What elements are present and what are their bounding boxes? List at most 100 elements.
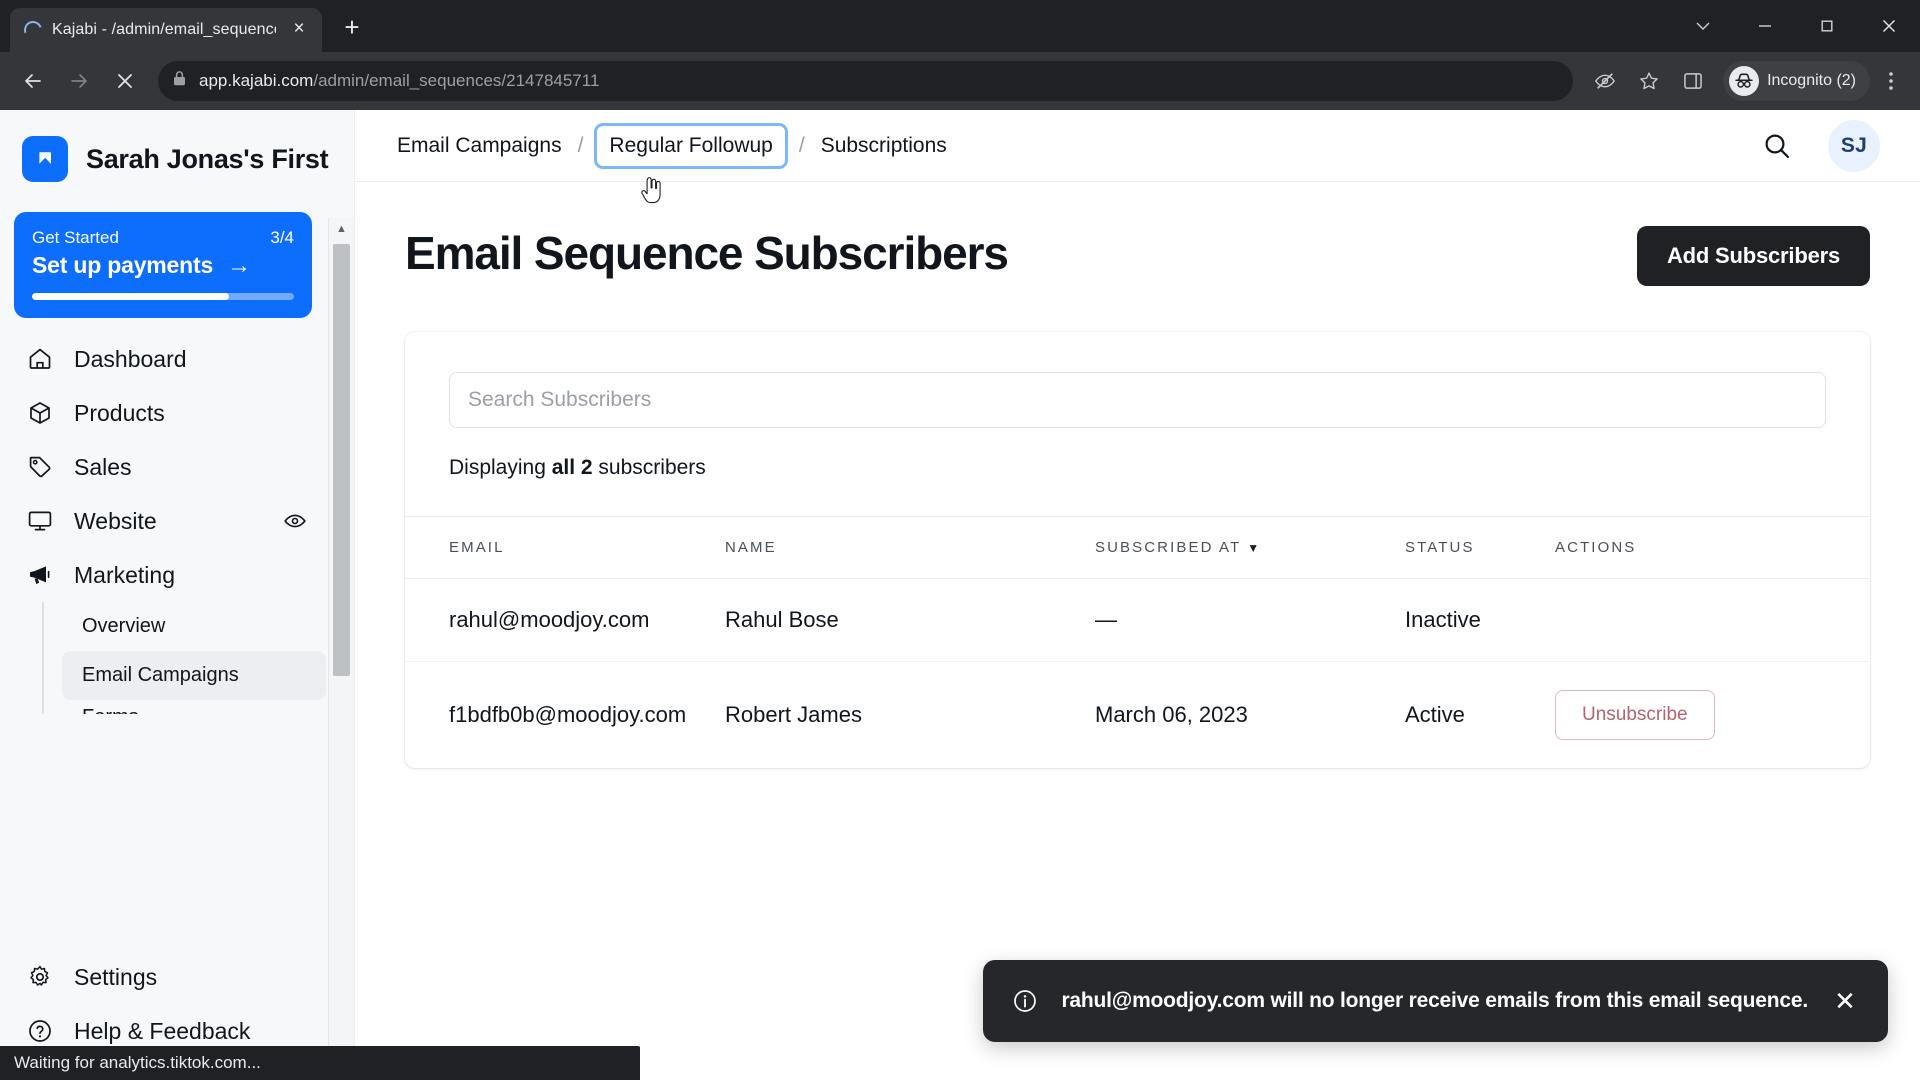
info-circle-icon: [1011, 987, 1039, 1015]
cell-email: f1bdfb0b@moodjoy.com: [449, 702, 687, 727]
search-icon[interactable]: [1760, 129, 1794, 163]
cell-actions: [1555, 578, 1870, 662]
column-header-subscribed-at-label: SUBSCRIBED AT: [1095, 539, 1242, 556]
sidebar-item-email-campaigns[interactable]: Email Campaigns: [62, 651, 326, 700]
sidebar-item-website[interactable]: Website: [0, 494, 326, 548]
get-started-label: Get Started: [32, 228, 119, 247]
column-header-name[interactable]: NAME: [725, 516, 1095, 579]
topbar-actions: SJ: [1760, 119, 1880, 172]
url-domain: app.kajabi.com: [199, 71, 314, 90]
sidebar-item-marketing[interactable]: Marketing: [0, 548, 326, 602]
megaphone-icon: [26, 561, 54, 589]
table-body: rahul@moodjoy.com Rahul Bose — Inactive …: [405, 578, 1870, 769]
address-bar[interactable]: app.kajabi.com/admin/email_sequences/214…: [158, 61, 1574, 101]
get-started-count: 3/4: [270, 228, 294, 247]
question-circle-icon: [26, 1017, 54, 1045]
url-path: /admin/email_sequences/2147845711: [313, 71, 600, 90]
side-panel-icon[interactable]: [1673, 61, 1713, 101]
minimize-icon[interactable]: [1734, 0, 1796, 52]
sidebar-item-dashboard[interactable]: Dashboard: [0, 332, 326, 386]
loading-spinner-icon: [21, 18, 45, 42]
box-icon: [26, 399, 54, 427]
close-icon[interactable]: ✕: [1830, 986, 1860, 1016]
get-started-card[interactable]: Get Started 3/4 Set up payments →: [14, 212, 312, 318]
sidebar-item-label: Dashboard: [74, 345, 187, 372]
page-body: Sarah Jonas's First Get Started 3/4 Set …: [0, 110, 1920, 1080]
breadcrumb-email-campaigns[interactable]: Email Campaigns: [395, 130, 564, 162]
sidebar-subnav-marketing: Overview Email Campaigns Forms: [42, 602, 326, 714]
column-header-subscribed-at[interactable]: SUBSCRIBED AT ▼: [1095, 516, 1405, 579]
url-text: app.kajabi.com/admin/email_sequences/214…: [199, 71, 599, 91]
table-header-row: EMAIL NAME SUBSCRIBED AT ▼ STATUS ACTIONS: [405, 516, 1870, 579]
main-content: Email Campaigns / Regular Followup / Sub…: [355, 110, 1920, 1080]
scrollbar-thumb[interactable]: [333, 244, 350, 676]
kajabi-logo-icon: [22, 136, 68, 182]
page-content: Email Sequence Subscribers Add Subscribe…: [355, 182, 1920, 768]
window-controls: [1672, 0, 1920, 52]
sidebar: Sarah Jonas's First Get Started 3/4 Set …: [0, 110, 355, 1080]
sidebar-item-label: Marketing: [74, 561, 175, 588]
subscribers-table: EMAIL NAME SUBSCRIBED AT ▼ STATUS ACTIONS…: [405, 516, 1870, 768]
new-tab-button[interactable]: +: [332, 9, 372, 49]
breadcrumb-regular-followup[interactable]: Regular Followup: [597, 125, 785, 166]
close-window-icon[interactable]: [1858, 0, 1920, 52]
incognito-profile-button[interactable]: Incognito (2): [1723, 61, 1870, 101]
brand-header[interactable]: Sarah Jonas's First: [0, 110, 354, 204]
sidebar-item-label: Products: [74, 399, 165, 426]
eye-slash-icon[interactable]: [1585, 61, 1625, 101]
kebab-menu-icon[interactable]: [1874, 61, 1908, 101]
table-row[interactable]: f1bdfb0b@moodjoy.com Robert James March …: [405, 662, 1870, 769]
back-button[interactable]: [12, 60, 54, 102]
incognito-label: Incognito (2): [1767, 72, 1856, 89]
maximize-icon[interactable]: [1796, 0, 1858, 52]
scroll-up-arrow-icon[interactable]: ▲: [329, 218, 354, 240]
stop-loading-button[interactable]: [104, 60, 146, 102]
omnibox-icons: Incognito (2): [1585, 61, 1908, 101]
table-row[interactable]: rahul@moodjoy.com Rahul Bose — Inactive: [405, 578, 1870, 662]
home-icon: [26, 345, 54, 373]
cell-subscribed-at: March 06, 2023: [1095, 702, 1248, 727]
cell-status: Active: [1405, 702, 1465, 727]
get-started-title: Set up payments: [32, 252, 214, 278]
cell-subscribed-at: —: [1095, 578, 1405, 662]
sidebar-item-settings[interactable]: Settings: [0, 950, 354, 1004]
search-subscribers-input[interactable]: [449, 372, 1826, 428]
add-subscribers-button[interactable]: Add Subscribers: [1636, 226, 1870, 286]
cell-name: Rahul Bose: [725, 578, 1095, 662]
incognito-icon: [1729, 66, 1760, 96]
browser-tab[interactable]: Kajabi - /admin/email_sequences ×: [10, 8, 322, 52]
forward-button: [58, 60, 100, 102]
page-header: Email Sequence Subscribers Add Subscribe…: [405, 226, 1870, 286]
column-header-actions: ACTIONS: [1555, 516, 1870, 579]
sidebar-item-label: Sales: [74, 453, 132, 480]
column-header-status[interactable]: STATUS: [1405, 516, 1555, 579]
sidebar-item-label: Help & Feedback: [74, 1017, 251, 1044]
sidebar-item-products[interactable]: Products: [0, 386, 326, 440]
get-started-progress-fill: [32, 293, 229, 300]
close-icon[interactable]: ×: [286, 17, 312, 43]
star-icon[interactable]: [1629, 61, 1669, 101]
subscribers-card: Displaying all 2 subscribers EMAIL NAME …: [405, 332, 1870, 768]
sidebar-scrollbar[interactable]: ▲ ▼: [328, 218, 354, 1080]
arrow-right-icon: →: [227, 251, 252, 279]
cell-email: rahul@moodjoy.com: [405, 578, 725, 662]
status-bar: Waiting for analytics.tiktok.com...: [0, 1046, 640, 1080]
tab-title: Kajabi - /admin/email_sequences: [52, 21, 276, 38]
breadcrumb-separator: /: [577, 133, 584, 157]
avatar[interactable]: SJ: [1828, 119, 1880, 172]
displaying-suffix: subscribers: [592, 456, 706, 479]
sidebar-item-overview[interactable]: Overview: [62, 602, 326, 651]
eye-icon[interactable]: [282, 508, 308, 534]
displaying-prefix: Displaying: [449, 456, 552, 479]
gear-icon: [26, 963, 54, 991]
sidebar-item-forms[interactable]: Forms: [62, 700, 326, 714]
sidebar-item-sales[interactable]: Sales: [0, 440, 326, 494]
chevron-down-icon[interactable]: [1672, 0, 1734, 52]
unsubscribe-button[interactable]: Unsubscribe: [1555, 690, 1715, 740]
cell-status: Inactive: [1405, 578, 1555, 662]
get-started-progress: [32, 293, 294, 300]
page-title: Email Sequence Subscribers: [405, 227, 1009, 279]
sidebar-item-label: Settings: [74, 963, 158, 990]
column-header-email[interactable]: EMAIL: [405, 516, 725, 579]
breadcrumb-subscriptions[interactable]: Subscriptions: [819, 130, 949, 162]
